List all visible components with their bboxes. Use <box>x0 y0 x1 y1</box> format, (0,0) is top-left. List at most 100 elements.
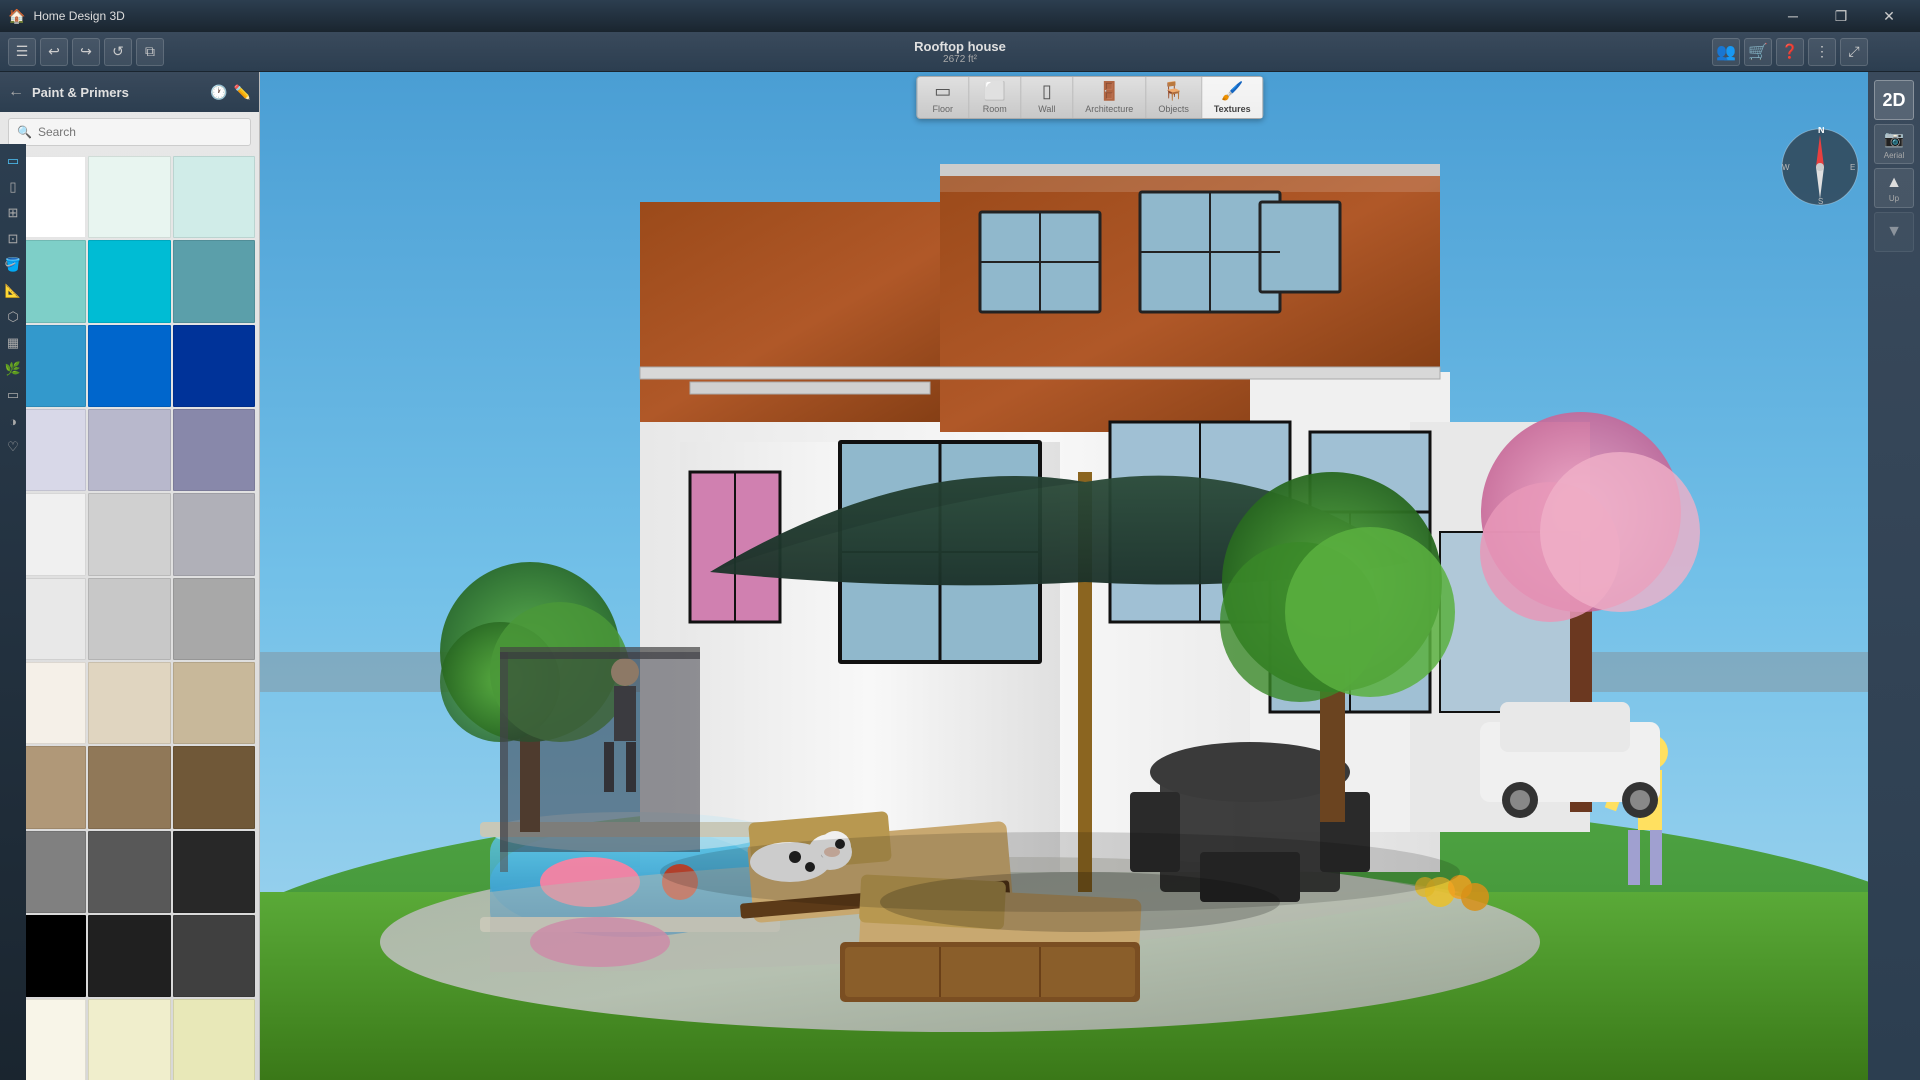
color-grid <box>0 152 259 1080</box>
nav-textures-tab[interactable]: 🖌️ Textures <box>1202 77 1263 118</box>
close-button[interactable]: ✕ <box>1866 0 1912 32</box>
scene-svg <box>260 72 1920 1080</box>
arch-label: Architecture <box>1085 104 1133 114</box>
aerial-view-button[interactable]: 📷 Aerial <box>1874 124 1914 164</box>
history-button[interactable]: 🕐 <box>210 84 227 101</box>
restore-button[interactable]: ❐ <box>1818 0 1864 32</box>
nav-leather-icon[interactable]: ⬡ <box>2 306 24 328</box>
nav-objects-tab[interactable]: 🪑 Objects <box>1146 77 1202 118</box>
svg-text:N: N <box>1818 127 1825 135</box>
nav-paint-icon[interactable]: ▭ <box>2 150 24 172</box>
main-toolbar: ☰ ↩ ↪ ↺ ⧉ Rooftop house 2672 ft² 👥 🛒 ❓ ⋮… <box>0 32 1920 72</box>
arch-icon: 🚪 <box>1098 81 1120 102</box>
nav-shape-icon[interactable]: ◑ <box>2 410 24 432</box>
color-swatch-29[interactable] <box>173 915 255 997</box>
camera-icon: 📷 <box>1884 129 1904 149</box>
nav-grid-icon[interactable]: ⊞ <box>2 202 24 224</box>
sidebar-title: Paint & Primers <box>32 85 202 100</box>
color-swatch-8[interactable] <box>173 325 255 407</box>
color-swatch-4[interactable] <box>88 240 170 322</box>
sidebar-back-button[interactable]: ← <box>8 83 24 101</box>
color-swatch-5[interactable] <box>173 240 255 322</box>
color-swatch-28[interactable] <box>88 915 170 997</box>
search-input[interactable] <box>38 125 242 139</box>
nav-wall-icon[interactable]: ▯ <box>2 176 24 198</box>
color-swatch-23[interactable] <box>173 746 255 828</box>
copy-button[interactable]: ⧉ <box>136 38 164 66</box>
project-info: Rooftop house 2672 ft² <box>914 39 1006 65</box>
left-nav-bar: ▭ ▯ ⊞ ⊡ 🪣 📐 ⬡ ▦ 🌿 ▭ ◑ ♡ <box>0 144 26 1080</box>
help-button[interactable]: ❓ <box>1776 38 1804 66</box>
color-swatch-2[interactable] <box>173 156 255 238</box>
nav-ruler-icon[interactable]: 📐 <box>2 280 24 302</box>
color-swatch-7[interactable] <box>88 325 170 407</box>
up-label: Up <box>1889 194 1899 203</box>
title-bar-left: 🏠 Home Design 3D <box>8 8 125 25</box>
menu-button[interactable]: ☰ <box>8 38 36 66</box>
nav-heart-icon[interactable]: ♡ <box>2 436 24 458</box>
compass: N S W E <box>1780 127 1860 207</box>
nav-bucket-icon[interactable]: 🪣 <box>2 254 24 276</box>
color-swatch-17[interactable] <box>173 578 255 660</box>
search-bar: 🔍 <box>8 118 251 146</box>
search-icon: 🔍 <box>17 125 32 139</box>
wall-label: Wall <box>1038 104 1055 114</box>
undo-button[interactable]: ↩ <box>40 38 68 66</box>
floor-icon: ▭ <box>934 81 951 102</box>
textures-icon: 🖌️ <box>1221 81 1243 102</box>
more-button[interactable]: ⋮ <box>1808 38 1836 66</box>
nav-plant-icon[interactable]: 🌿 <box>2 358 24 380</box>
edit-button[interactable]: ✏️ <box>234 84 251 101</box>
color-swatch-10[interactable] <box>88 409 170 491</box>
project-title: Rooftop house <box>914 39 1006 54</box>
aerial-label: Aerial <box>1884 151 1904 160</box>
color-swatch-11[interactable] <box>173 409 255 491</box>
redo-button[interactable]: ↪ <box>72 38 100 66</box>
toolbar-right: 👥 🛒 ❓ ⋮ ⤢ <box>1712 38 1868 66</box>
objects-icon: 🪑 <box>1162 81 1184 102</box>
left-sidebar: ← Paint & Primers 🕐 ✏️ 🔍 <box>0 72 260 1080</box>
color-swatch-16[interactable] <box>88 578 170 660</box>
viewport-3d[interactable]: ▭ Floor ⬜ Room ▯ Wall 🚪 Architecture 🪑 O… <box>260 72 1920 1080</box>
nav-wall-tab[interactable]: ▯ Wall <box>1021 77 1073 118</box>
color-swatch-31[interactable] <box>88 999 170 1080</box>
reset-button[interactable]: ↺ <box>104 38 132 66</box>
view-2d-button[interactable]: 2D <box>1874 80 1914 120</box>
sidebar-action-icons: 🕐 ✏️ <box>210 84 251 101</box>
app-icon: 🏠 <box>8 8 25 25</box>
color-swatch-22[interactable] <box>88 746 170 828</box>
color-swatch-14[interactable] <box>173 493 255 575</box>
color-swatch-26[interactable] <box>173 831 255 913</box>
nav-room-tab[interactable]: ⬜ Room <box>969 77 1021 118</box>
objects-label: Objects <box>1158 104 1189 114</box>
color-swatch-1[interactable] <box>88 156 170 238</box>
color-swatch-32[interactable] <box>173 999 255 1080</box>
down-arrow-icon: ▼ <box>1886 223 1902 241</box>
nav-architecture-tab[interactable]: 🚪 Architecture <box>1073 77 1146 118</box>
cart-button[interactable]: 🛒 <box>1744 38 1772 66</box>
nav-cabinet-icon[interactable]: ▭ <box>2 384 24 406</box>
nav-brick-icon[interactable]: ▦ <box>2 332 24 354</box>
room-label: Room <box>983 104 1007 114</box>
minimize-button[interactable]: ─ <box>1770 0 1816 32</box>
color-swatch-20[interactable] <box>173 662 255 744</box>
color-swatch-13[interactable] <box>88 493 170 575</box>
sidebar-header: ← Paint & Primers 🕐 ✏️ <box>0 72 259 112</box>
main-content: ← Paint & Primers 🕐 ✏️ 🔍 ▭ ▯ ⊞ ⊡ 🪣 📐 ⬡ ▦… <box>0 72 1920 1080</box>
svg-text:E: E <box>1850 163 1855 172</box>
view-down-button[interactable]: ▼ <box>1874 212 1914 252</box>
users-button[interactable]: 👥 <box>1712 38 1740 66</box>
window-controls: ─ ❐ ✕ <box>1770 0 1912 32</box>
room-icon: ⬜ <box>984 81 1006 102</box>
textures-label: Textures <box>1214 104 1251 114</box>
color-swatch-25[interactable] <box>88 831 170 913</box>
project-size: 2672 ft² <box>943 54 977 65</box>
wall-tab-icon: ▯ <box>1042 81 1052 102</box>
color-swatch-19[interactable] <box>88 662 170 744</box>
expand-button[interactable]: ⤢ <box>1840 38 1868 66</box>
nav-grid2-icon[interactable]: ⊡ <box>2 228 24 250</box>
floor-label: Floor <box>933 104 954 114</box>
nav-floor-tab[interactable]: ▭ Floor <box>917 77 969 118</box>
right-panel: 2D 📷 Aerial ▲ Up ▼ <box>1868 72 1920 1080</box>
view-up-button[interactable]: ▲ Up <box>1874 168 1914 208</box>
